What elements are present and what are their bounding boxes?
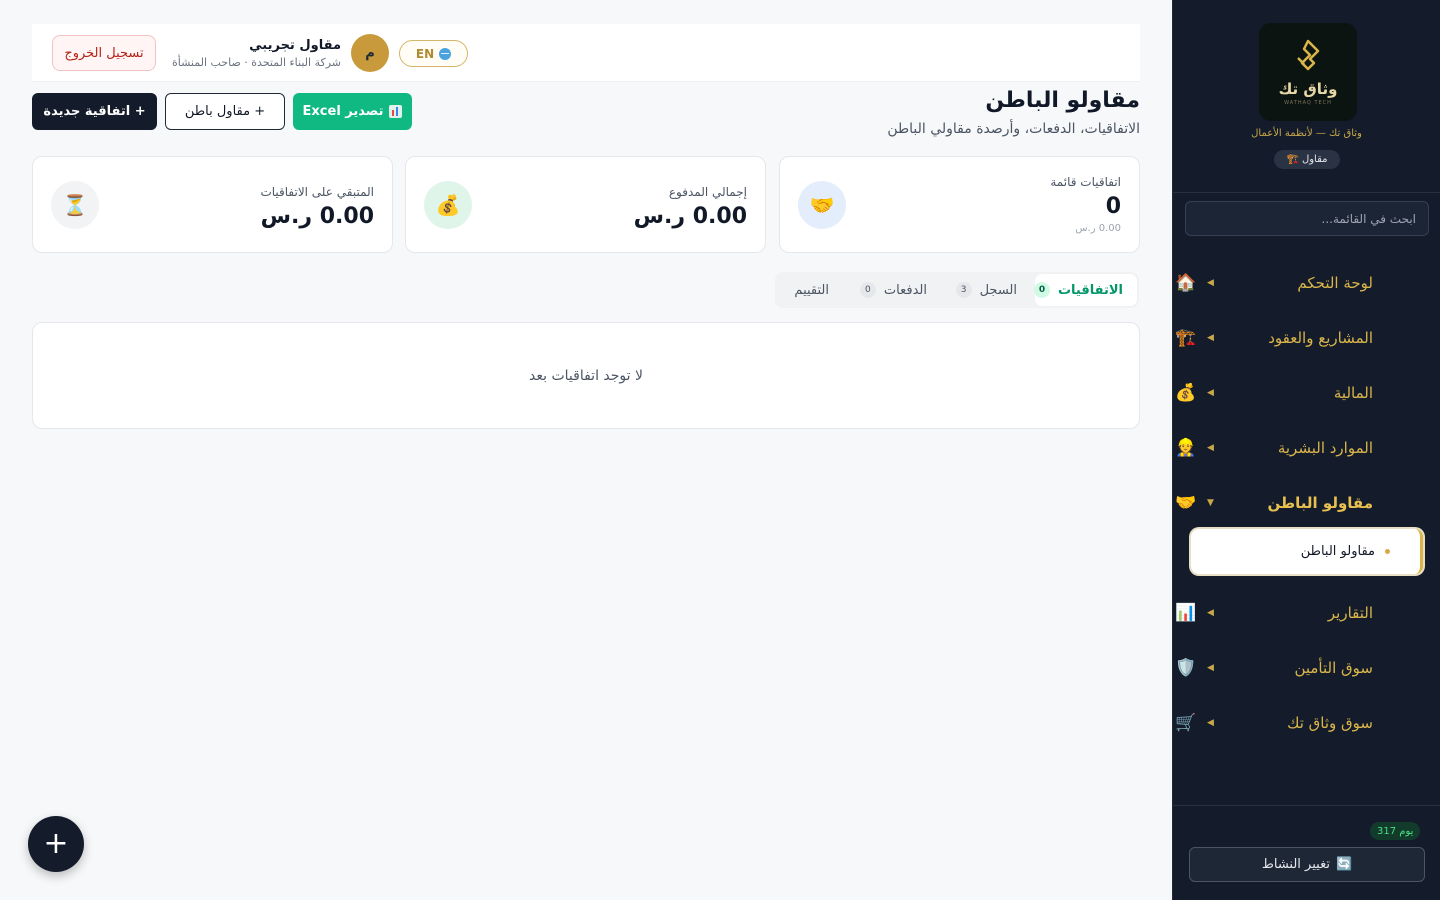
stat-label: إجمالي المدفوع — [668, 185, 747, 199]
crane-icon: 🏗️ — [1175, 328, 1197, 348]
sidebar-item-label: مقاولو الباطن — [1267, 494, 1373, 512]
crane-icon: 🏗️ — [1286, 154, 1299, 165]
globe-icon — [439, 47, 452, 60]
tab-label: الدفعات — [883, 282, 927, 298]
export-excel-label: تصدير Excel — [302, 104, 384, 119]
switch-activity-label: تغيير النشاط — [1261, 857, 1330, 872]
user-company-role: شركة البناء المتحدة · صاحب المنشأة — [171, 56, 341, 69]
stat-subvalue: 0.00 ر.س — [1075, 223, 1121, 234]
tabs: الاتفاقيات 0 السجل 3 الدفعات 0 التقييم — [775, 272, 1139, 308]
tab-count-badge: 0 — [1033, 282, 1050, 298]
brand-logo[interactable]: وثاق تك WATHAQ TECH — [1259, 23, 1357, 121]
sidebar-divider — [1173, 192, 1440, 193]
tab-log[interactable]: السجل 3 — [942, 274, 1031, 306]
language-toggle-button[interactable]: EN — [399, 40, 468, 67]
sidebar-item-label: التقارير — [1327, 604, 1373, 622]
caret-left-icon: ◀ — [1207, 608, 1214, 618]
user-name: مقاول تجريبي — [249, 38, 341, 53]
money-bag-icon: 💰 — [1175, 383, 1197, 403]
export-excel-button[interactable]: تصدير Excel — [293, 93, 412, 130]
sidebar-item-subcontractors[interactable]: 🤝 مقاولو الباطن ▼ — [1173, 483, 1440, 523]
sidebar-item-reports[interactable]: 📊 التقارير ◀ — [1173, 593, 1440, 633]
handshake-icon: 🤝 — [1175, 493, 1197, 513]
page-title: مقاولو الباطن — [985, 88, 1140, 113]
subscription-days-badge: 317 يوم — [1370, 822, 1421, 840]
logout-button[interactable]: تسجيل الخروج — [52, 35, 156, 71]
sidebar-subitem-subcontractors[interactable]: مقاولو الباطن — [1191, 529, 1423, 574]
tab-label: السجل — [979, 282, 1017, 298]
tab-count-badge: 0 — [859, 282, 876, 298]
stat-card-remaining: المتبقي على الاتفاقيات 0.00 ر.س ⏳ — [32, 156, 393, 253]
sidebar-subitem-label: مقاولو الباطن — [1300, 544, 1375, 559]
caret-left-icon: ◀ — [1207, 663, 1214, 673]
caret-left-icon: ◀ — [1207, 718, 1214, 728]
sidebar-search-input[interactable] — [1185, 201, 1429, 236]
shield-icon: 🛡️ — [1175, 658, 1197, 678]
tab-label: التقييم — [794, 282, 829, 298]
floating-add-button[interactable]: + — [28, 816, 84, 872]
person-icon: 👷 — [1175, 438, 1197, 458]
caret-left-icon: ◀ — [1207, 333, 1214, 343]
page-subtitle: الاتفاقيات، الدفعات، وأرصدة مقاولي الباط… — [887, 121, 1140, 137]
role-badge-label: مقاول — [1301, 154, 1328, 165]
logo-mark-icon — [1297, 39, 1320, 71]
money-bag-icon: 💰 — [424, 181, 472, 229]
agreements-panel: لا توجد اتفاقيات بعد — [32, 322, 1140, 429]
logo-subtext: WATHAQ TECH — [1284, 100, 1332, 106]
cart-icon: 🛒 — [1175, 713, 1197, 733]
sidebar-item-dashboard[interactable]: 🏠 لوحة التحكم ◀ — [1173, 263, 1440, 303]
stat-card-active-agreements: اتفاقيات قائمة 0 0.00 ر.س 🤝 — [779, 156, 1140, 253]
caret-left-icon: ◀ — [1207, 278, 1214, 288]
stat-value: 0.00 ر.س — [260, 204, 374, 229]
empty-state-text: لا توجد اتفاقيات بعد — [529, 367, 643, 384]
bar-chart-icon: 📊 — [1175, 603, 1197, 623]
caret-left-icon: ◀ — [1207, 388, 1214, 398]
refresh-icon: 🔄 — [1335, 857, 1353, 872]
stat-card-total-paid: إجمالي المدفوع 0.00 ر.س 💰 — [405, 156, 766, 253]
sidebar-item-label: سوق التأمين — [1294, 659, 1373, 677]
tab-label: الاتفاقيات — [1057, 282, 1123, 298]
tab-rating[interactable]: التقييم — [780, 274, 843, 306]
sidebar-item-label: سوق وثاق تك — [1287, 714, 1373, 732]
sidebar-item-hr[interactable]: 👷 الموارد البشرية ◀ — [1173, 428, 1440, 468]
sidebar-item-label: المالية — [1333, 384, 1373, 402]
sidebar-item-label: المشاريع والعقود — [1268, 329, 1373, 347]
sidebar: وثاق تك WATHAQ TECH وثاق تك — لأنظمة الأ… — [1172, 0, 1440, 900]
stat-value: 0 — [1105, 194, 1121, 219]
stat-label: المتبقي على الاتفاقيات — [260, 185, 374, 199]
sidebar-item-label: الموارد البشرية — [1277, 439, 1373, 457]
house-icon: 🏠 — [1175, 273, 1197, 293]
sidebar-item-finance[interactable]: 💰 المالية ◀ — [1173, 373, 1440, 413]
sidebar-item-label: لوحة التحكم — [1297, 274, 1373, 292]
caret-left-icon: ◀ — [1207, 443, 1214, 453]
bullet-dot-icon — [1385, 549, 1390, 554]
bar-chart-icon — [389, 105, 403, 118]
role-badge: 🏗️ مقاول — [1274, 150, 1340, 169]
switch-activity-button[interactable]: 🔄 تغيير النشاط — [1189, 847, 1425, 882]
stat-label: اتفاقيات قائمة — [1050, 175, 1121, 189]
brand-tagline: وثاق تك — لأنظمة الأعمال — [1251, 128, 1362, 139]
avatar[interactable]: م — [351, 34, 389, 72]
logo-text: وثاق تك — [1278, 80, 1338, 98]
add-subcontractor-button[interactable]: + مقاول باطن — [165, 93, 285, 130]
new-agreement-button[interactable]: + اتفاقية جديدة — [32, 93, 157, 130]
top-bar: تسجيل الخروج مقاول تجريبي شركة البناء ال… — [32, 24, 1140, 82]
hourglass-icon: ⏳ — [51, 181, 99, 229]
tab-agreements[interactable]: الاتفاقيات 0 — [1033, 274, 1137, 306]
tab-count-badge: 3 — [955, 282, 972, 298]
language-label: EN — [415, 46, 435, 61]
sidebar-divider — [1173, 805, 1440, 806]
tab-payments[interactable]: الدفعات 0 — [846, 274, 941, 306]
caret-down-icon: ▼ — [1207, 498, 1214, 508]
sidebar-item-projects[interactable]: 🏗️ المشاريع والعقود ◀ — [1173, 318, 1440, 358]
sidebar-item-insurance-market[interactable]: 🛡️ سوق التأمين ◀ — [1173, 648, 1440, 688]
handshake-icon: 🤝 — [798, 181, 846, 229]
sidebar-item-wathaq-market[interactable]: 🛒 سوق وثاق تك ◀ — [1173, 703, 1440, 743]
stat-value: 0.00 ر.س — [633, 204, 747, 229]
